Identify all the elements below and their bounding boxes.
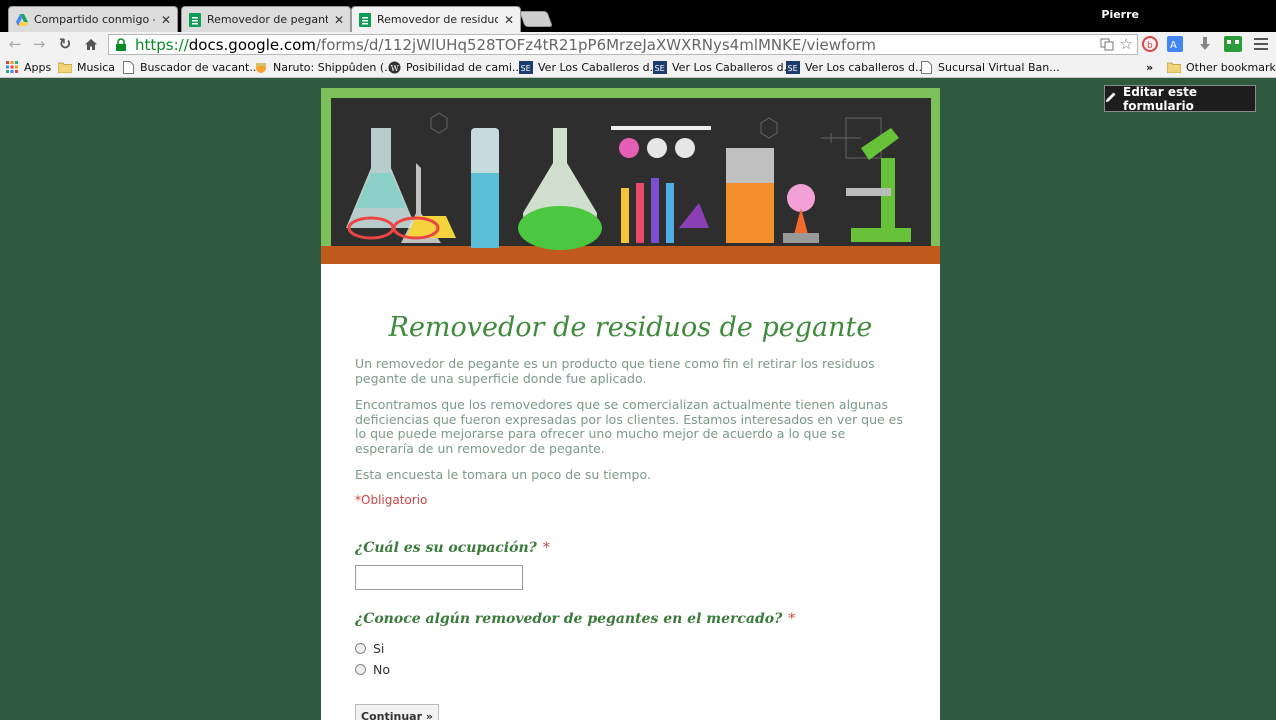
- bookmark-label: Ver Los caballeros d...: [805, 60, 926, 74]
- bookmark-label: Posibilidad de cami...: [406, 60, 523, 74]
- radio-button[interactable]: [355, 643, 366, 654]
- radio-option-si[interactable]: Si: [355, 641, 384, 656]
- se-icon: SE: [653, 60, 667, 74]
- google-drive-icon: [15, 13, 29, 27]
- radio-option-no[interactable]: No: [355, 662, 390, 677]
- form-description-2: Encontramos que los removedores que se c…: [355, 397, 903, 456]
- url-scheme: https://: [135, 35, 189, 54]
- se-icon: SE: [786, 60, 800, 74]
- bookmark-posibilidad[interactable]: W Posibilidad de cami...: [387, 59, 522, 75]
- question-label: ¿Conoce algún removedor de pegantes en e…: [355, 611, 783, 627]
- question-occupation-title: ¿Cuál es su ocupación? *: [355, 540, 550, 556]
- download-icon[interactable]: [1196, 35, 1214, 53]
- close-icon[interactable]: ✕: [334, 13, 344, 27]
- page-icon: [121, 60, 135, 74]
- menu-icon[interactable]: [1252, 35, 1270, 53]
- occupation-input[interactable]: [355, 565, 523, 590]
- edit-form-label: Editar este formulario: [1123, 84, 1197, 113]
- radio-button[interactable]: [355, 664, 366, 675]
- bookmark-star-icon[interactable]: ☆: [1120, 37, 1133, 55]
- svg-text:SE: SE: [521, 64, 531, 73]
- tab-label: Removedor de pegante -: [207, 13, 328, 26]
- extension-red-icon[interactable]: b: [1141, 35, 1159, 53]
- close-icon[interactable]: ✕: [161, 13, 171, 27]
- radio-label: Si: [373, 641, 385, 656]
- tab-strip: Compartido conmigo - Go ✕ Removedor de p…: [0, 0, 1276, 32]
- edit-form-button[interactable]: Editar este formulario: [1104, 84, 1256, 113]
- page-icon: [919, 60, 933, 74]
- svg-text:SE: SE: [655, 64, 665, 73]
- naruto-icon: [254, 60, 268, 74]
- bookmark-label: Other bookmarks: [1186, 60, 1276, 74]
- question-knows-remover-title: ¿Conoce algún removedor de pegantes en e…: [355, 611, 795, 627]
- folder-icon: [58, 60, 72, 74]
- svg-text:W: W: [390, 64, 399, 73]
- apps-grid-icon: [5, 60, 19, 74]
- extension-green-icon[interactable]: [1224, 35, 1242, 53]
- google-forms-icon: [188, 12, 202, 27]
- url-path: /forms/d/112jWlUHq528TOFz4tR21pP6MrzeJaX…: [315, 35, 877, 54]
- other-bookmarks[interactable]: Other bookmarks: [1167, 59, 1276, 75]
- bookmark-caballeros-1[interactable]: SE Ver Los Caballeros d...: [519, 59, 660, 75]
- translate-page-icon[interactable]: [1100, 37, 1114, 55]
- pencil-icon: [1105, 91, 1117, 106]
- required-mark: *: [542, 540, 550, 556]
- radio-label: No: [373, 662, 390, 677]
- se-icon: SE: [519, 60, 533, 74]
- svg-text:b: b: [1147, 41, 1153, 51]
- tab-label: Removedor de residuos d: [377, 13, 498, 26]
- continue-button[interactable]: Continuar »: [355, 704, 439, 720]
- bookmarks-bar: Apps Musica Buscador de vacant... Naruto…: [0, 56, 1276, 78]
- close-icon[interactable]: ✕: [504, 13, 514, 27]
- form-card: Removedor de residuos de pegante Un remo…: [321, 88, 940, 720]
- form-title: Removedor de residuos de pegante: [388, 312, 873, 343]
- bookmark-label: Ver Los Caballeros d...: [672, 60, 795, 74]
- folder-icon: [1167, 60, 1181, 74]
- bookmark-caballeros-3[interactable]: SE Ver Los caballeros d...: [786, 59, 925, 75]
- home-icon[interactable]: [82, 35, 100, 53]
- address-bar[interactable]: https://docs.google.com/forms/d/112jWlUH…: [108, 34, 1138, 55]
- bookmark-apps[interactable]: Apps: [5, 59, 51, 75]
- tab-label: Compartido conmigo - Go: [34, 13, 155, 26]
- forward-icon[interactable]: →: [30, 35, 48, 53]
- new-tab-button[interactable]: [519, 11, 553, 27]
- bookmark-label: Musica: [77, 60, 116, 74]
- profile-name[interactable]: Pierre: [1101, 8, 1139, 21]
- browser-toolbar: ← → ↻ https://docs.google.com/forms/d/11…: [0, 32, 1276, 56]
- bookmark-buscador[interactable]: Buscador de vacant...: [121, 59, 260, 75]
- bookmark-label: Naruto: Shippûden (...: [273, 60, 395, 74]
- bookmark-sucursal[interactable]: Sucursal Virtual Ban...: [919, 59, 1060, 75]
- tab-removedor-residuos[interactable]: Removedor de residuos d ✕: [351, 6, 521, 32]
- required-note: *Obligatorio: [355, 493, 428, 507]
- google-translate-icon[interactable]: A: [1166, 35, 1184, 53]
- bookmarks-overflow-button[interactable]: »: [1146, 59, 1153, 75]
- tab-removedor-pegante[interactable]: Removedor de pegante - ✕: [181, 6, 351, 32]
- bookmark-label: Ver Los Caballeros d...: [538, 60, 661, 74]
- required-mark: *: [788, 611, 796, 627]
- reload-icon[interactable]: ↻: [56, 35, 74, 53]
- bookmark-label: Buscador de vacant...: [140, 60, 260, 74]
- chemistry-banner-image: [321, 88, 940, 264]
- back-icon[interactable]: ←: [6, 35, 24, 53]
- bookmark-musica[interactable]: Musica: [58, 59, 115, 75]
- wordpress-icon: W: [387, 60, 401, 74]
- tab-compartido[interactable]: Compartido conmigo - Go ✕: [8, 6, 178, 32]
- question-label: ¿Cuál es su ocupación?: [355, 540, 537, 556]
- bookmark-naruto[interactable]: Naruto: Shippûden (...: [254, 59, 395, 75]
- url-host: docs.google.com: [188, 35, 316, 54]
- svg-text:SE: SE: [788, 64, 798, 73]
- bookmark-caballeros-2[interactable]: SE Ver Los Caballeros d...: [653, 59, 794, 75]
- google-forms-icon: [358, 12, 372, 27]
- bookmark-label: Apps: [24, 60, 52, 74]
- form-description-1: Un removedor de pegante es un producto q…: [355, 356, 875, 386]
- svg-text:A: A: [1170, 40, 1177, 51]
- lock-icon: [115, 37, 129, 52]
- bookmark-label: Sucursal Virtual Ban...: [938, 60, 1060, 74]
- form-description-3: Esta encuesta le tomara un poco de su ti…: [355, 467, 651, 482]
